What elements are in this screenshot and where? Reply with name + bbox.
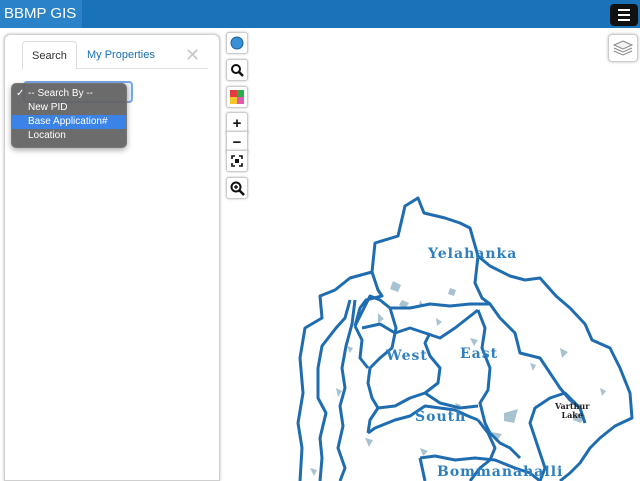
- option-new-pid[interactable]: New PID: [12, 101, 126, 115]
- zoom-in-icon: +: [232, 114, 242, 132]
- app-title[interactable]: BBMP GIS: [0, 0, 83, 28]
- location-dot-icon: [230, 36, 244, 50]
- zoom-box-button[interactable]: [226, 177, 248, 199]
- color-grid-icon: [230, 90, 244, 104]
- map-label-west: West: [386, 348, 428, 364]
- zoom-magnifier-icon: [230, 181, 245, 196]
- option-base-application[interactable]: Base Application#: [12, 115, 126, 129]
- checkmark-icon: ✓: [16, 88, 25, 99]
- tab-search[interactable]: Search: [22, 41, 77, 70]
- zoom-out-icon: −: [232, 133, 242, 151]
- legend-button[interactable]: [226, 86, 248, 108]
- option-search-by[interactable]: ✓ -- Search By --: [12, 87, 126, 101]
- map-label-bommanahalli: Bommanahalli: [437, 464, 564, 480]
- layers-button[interactable]: [608, 34, 638, 62]
- hamburger-menu-button[interactable]: [610, 4, 638, 26]
- panel-tabs: Search My Properties: [22, 41, 208, 70]
- layers-icon: [613, 40, 633, 56]
- top-navbar: BBMP GIS: [0, 0, 640, 28]
- close-icon[interactable]: ✕: [185, 45, 200, 66]
- map-label-east: East: [460, 346, 499, 362]
- map-label-south: South: [415, 409, 467, 425]
- search-by-dropdown: ✓ -- Search By -- New PID Base Applicati…: [11, 83, 127, 148]
- map-label-varthur-lake: Varthur Lake: [555, 401, 590, 420]
- tab-my-properties[interactable]: My Properties: [78, 41, 164, 70]
- full-extent-button[interactable]: [226, 150, 248, 172]
- hamburger-menu-icon: [618, 9, 630, 11]
- map-label-yelahanka: Yelahanka: [428, 246, 518, 262]
- locate-button[interactable]: [226, 32, 248, 54]
- option-location[interactable]: Location: [12, 129, 126, 143]
- search-tool-button[interactable]: [226, 59, 248, 81]
- full-extent-icon: [231, 155, 243, 167]
- search-icon: [231, 64, 244, 77]
- zone-boundaries: [296, 196, 634, 481]
